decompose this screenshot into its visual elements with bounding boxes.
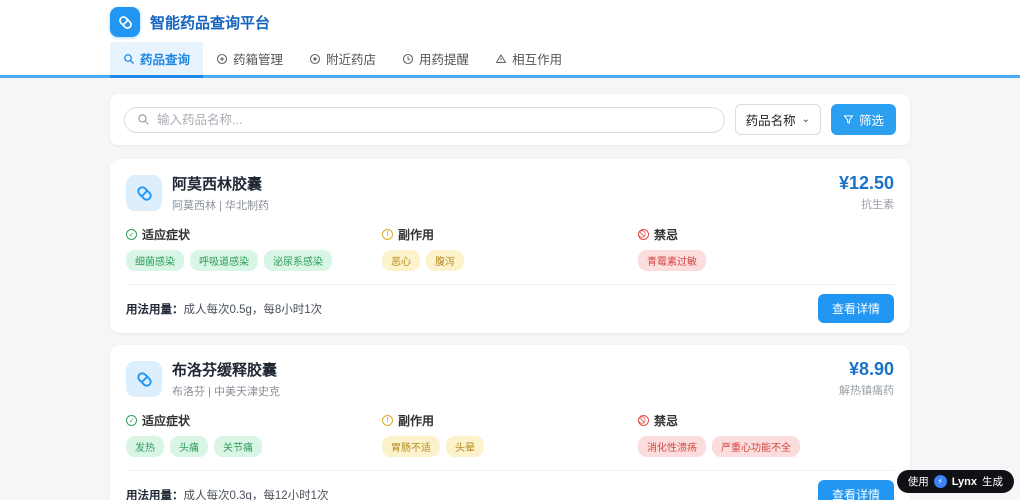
search-input[interactable]: [157, 113, 712, 127]
tab-medkit-manage[interactable]: 药箱管理: [203, 42, 296, 78]
side-effect-tag: 头晕: [446, 436, 484, 457]
tab-label: 药品查询: [140, 49, 190, 68]
check-circle-icon: ✓: [126, 415, 137, 426]
drug-name: 布洛芬缓释胶囊: [172, 359, 280, 380]
tab-label: 药箱管理: [233, 49, 283, 68]
app-logo: [110, 7, 140, 37]
usage-label: 用法用量：: [126, 490, 184, 500]
drug-name: 阿莫西林胶囊: [172, 173, 269, 194]
section-label: 适应症状: [142, 226, 190, 243]
side-effect-tag: 腹泻: [426, 250, 464, 271]
symptom-tag: 头痛: [170, 436, 208, 457]
section-label: 禁忌: [654, 412, 678, 429]
drug-price: ¥12.50: [839, 173, 894, 194]
tab-medication-reminder[interactable]: 用药提醒: [389, 42, 482, 78]
section-label: 禁忌: [654, 226, 678, 243]
contraindications-section: ⃠ 禁忌 消化性溃疡 严重心功能不全: [638, 412, 894, 457]
search-icon: [137, 113, 150, 126]
funnel-icon: [843, 114, 854, 125]
main-content: 药品名称 ⌄ 筛选 阿莫西林胶囊 阿莫西林 | 华北制药: [0, 78, 1020, 500]
symptom-tag: 泌尿系感染: [264, 250, 332, 271]
ban-circle-icon: ⃠: [638, 415, 649, 426]
section-label: 适应症状: [142, 412, 190, 429]
contraindication-tag: 青霉素过敏: [638, 250, 706, 271]
price-block: ¥8.90 解热镇痛药: [839, 359, 894, 398]
symptom-tag: 发热: [126, 436, 164, 457]
medkit-icon: [216, 53, 228, 65]
symptom-tag: 呼吸道感染: [190, 250, 258, 271]
drug-card-header: 布洛芬缓释胶囊 布洛芬 | 中美天津史克 ¥8.90 解热镇痛药: [126, 359, 894, 399]
section-label: 副作用: [398, 226, 434, 243]
drug-category: 解热镇痛药: [839, 382, 894, 398]
symptoms-section: ✓ 适应症状 发热 头痛 关节痛: [126, 412, 382, 457]
symptom-tag: 关节痛: [214, 436, 262, 457]
contraindications-section: ⃠ 禁忌 青霉素过敏: [638, 226, 894, 271]
section-label: 副作用: [398, 412, 434, 429]
tab-nearby-pharmacy[interactable]: 附近药店: [296, 42, 389, 78]
drug-card: 布洛芬缓释胶囊 布洛芬 | 中美天津史克 ¥8.90 解热镇痛药 ✓ 适应症状 发…: [110, 345, 910, 500]
clock-icon: [402, 53, 414, 65]
drug-category: 抗生素: [839, 196, 894, 212]
usage-row: 用法用量：成人每次0.5g，每8小时1次 查看详情: [126, 284, 894, 333]
drug-info-sections: ✓ 适应症状 发热 头痛 关节痛 ! 副作用 胃肠不适 头晕 ⃠ 禁忌: [126, 412, 894, 457]
symptoms-section: ✓ 适应症状 细菌感染 呼吸道感染 泌尿系感染: [126, 226, 382, 271]
drug-identity: 阿莫西林胶囊 阿莫西林 | 华北制药: [126, 173, 269, 213]
search-icon: [123, 53, 135, 65]
usage-value: 成人每次0.5g，每8小时1次: [184, 304, 323, 316]
drug-card-header: 阿莫西林胶囊 阿莫西林 | 华北制药 ¥12.50 抗生素: [126, 173, 894, 213]
brand-row: 智能药品查询平台: [110, 0, 910, 42]
usage-row: 用法用量：成人每次0.3g，每12小时1次 查看详情: [126, 470, 894, 500]
capsule-icon: [117, 14, 134, 31]
lynx-logo-icon: ⚡: [934, 475, 947, 488]
select-value: 药品名称: [746, 110, 796, 129]
tab-label: 相互作用: [512, 49, 562, 68]
location-icon: [309, 53, 321, 65]
ban-circle-icon: ⃠: [638, 229, 649, 240]
usage-label: 用法用量：: [126, 304, 184, 316]
main-nav: 药品查询 药箱管理 附近药店 用药提醒: [110, 42, 910, 75]
tab-label: 用药提醒: [419, 49, 469, 68]
symptom-tag: 细菌感染: [126, 250, 184, 271]
capsule-icon: [126, 361, 162, 397]
drug-card: 阿莫西林胶囊 阿莫西林 | 华北制药 ¥12.50 抗生素 ✓ 适应症状 细菌感染…: [110, 159, 910, 333]
drug-info-sections: ✓ 适应症状 细菌感染 呼吸道感染 泌尿系感染 ! 副作用 恶心 腹泻 ⃠ 禁忌: [126, 226, 894, 271]
lynx-generated-badge[interactable]: 使用 ⚡ Lynx 生成: [897, 470, 1014, 493]
app-header: 智能药品查询平台 药品查询 药箱管理 附近药店: [0, 0, 1020, 78]
side-effects-section: ! 副作用 恶心 腹泻: [382, 226, 638, 271]
search-panel: 药品名称 ⌄ 筛选: [110, 94, 910, 145]
search-type-select[interactable]: 药品名称 ⌄: [735, 104, 821, 135]
filter-button[interactable]: 筛选: [831, 104, 896, 135]
check-circle-icon: ✓: [126, 229, 137, 240]
drug-subtitle: 阿莫西林 | 华北制药: [172, 197, 269, 213]
tab-interactions[interactable]: 相互作用: [482, 42, 575, 78]
side-effect-tag: 胃肠不适: [382, 436, 440, 457]
capsule-icon: [126, 175, 162, 211]
side-effects-section: ! 副作用 胃肠不适 头晕: [382, 412, 638, 457]
drug-price: ¥8.90: [839, 359, 894, 380]
search-box[interactable]: [124, 107, 725, 133]
view-details-button[interactable]: 查看详情: [818, 480, 894, 500]
usage-value: 成人每次0.3g，每12小时1次: [184, 490, 329, 500]
badge-suffix: 生成: [982, 474, 1003, 489]
badge-brand: Lynx: [952, 476, 977, 488]
alert-circle-icon: !: [382, 415, 393, 426]
page-title: 智能药品查询平台: [150, 12, 270, 33]
chevron-down-icon: ⌄: [802, 114, 810, 125]
side-effect-tag: 恶心: [382, 250, 420, 271]
tab-drug-search[interactable]: 药品查询: [110, 42, 203, 78]
contraindication-tag: 消化性溃疡: [638, 436, 706, 457]
filter-label: 筛选: [859, 110, 884, 129]
contraindication-tag: 严重心功能不全: [712, 436, 800, 457]
alert-circle-icon: !: [382, 229, 393, 240]
tab-label: 附近药店: [326, 49, 376, 68]
warning-triangle-icon: [495, 53, 507, 65]
price-block: ¥12.50 抗生素: [839, 173, 894, 212]
view-details-button[interactable]: 查看详情: [818, 294, 894, 323]
badge-prefix: 使用: [908, 474, 929, 489]
drug-identity: 布洛芬缓释胶囊 布洛芬 | 中美天津史克: [126, 359, 280, 399]
drug-subtitle: 布洛芬 | 中美天津史克: [172, 383, 280, 399]
